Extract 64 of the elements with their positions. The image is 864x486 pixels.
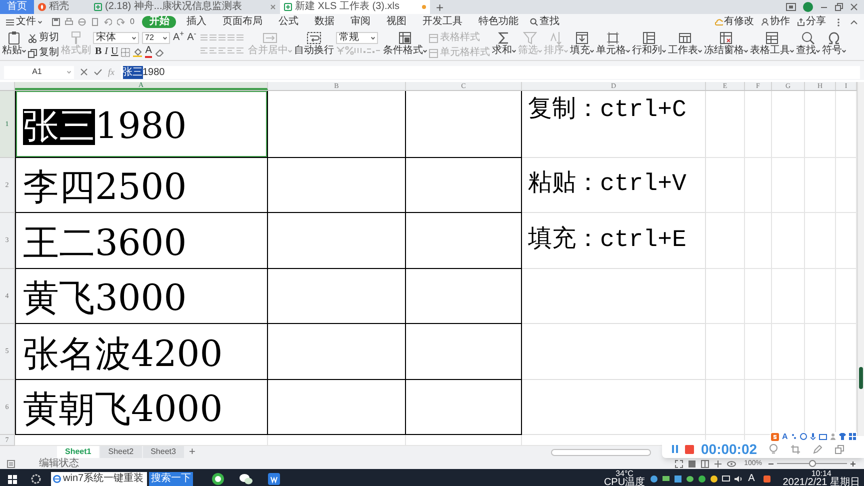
font-color-button[interactable]: A (145, 46, 152, 58)
font-size-field[interactable]: 72 (142, 32, 170, 44)
name-box[interactable]: A1 (4, 66, 74, 78)
recording-timer: 00:00:02 (701, 442, 758, 456)
font-name-field[interactable]: 宋体 (93, 32, 139, 44)
ribbon-button[interactable]: 冻结窗格 (704, 31, 748, 59)
table-cell: 张名波4200 (15, 324, 268, 380)
temperature-label: CPU温度 (604, 478, 646, 486)
table-cell: 黄朝飞4000 (15, 380, 268, 435)
formula-input[interactable]: 张三1980 (120, 66, 860, 78)
ribbon-button[interactable]: 自动换行 (294, 31, 334, 59)
ribbon-button[interactable]: 查找 (796, 31, 820, 59)
sheet-tab[interactable]: Sheet2 (100, 446, 142, 458)
ribbon-button[interactable]: 条件格式 (383, 31, 428, 59)
browser-tab[interactable]: 新建 XLS 工作表 (3).xls (280, 0, 430, 14)
ribbon-button[interactable]: 行和列 (632, 31, 666, 59)
table-cell: 王二3600 (15, 213, 268, 269)
search-button[interactable]: 搜索一下 (149, 472, 193, 486)
ribbon-tab[interactable]: 审阅 (344, 16, 376, 28)
font-size-button[interactable]: A$^{+}$ (173, 33, 184, 43)
ribbon-tab[interactable]: 特色功能 (472, 16, 524, 28)
table-cell: 张三1980 (15, 91, 268, 158)
toolbar-action[interactable]: 协作 (761, 17, 790, 27)
table-cell: 粘贴：ctrl+V (522, 158, 706, 213)
ribbon-button[interactable]: 复制 (28, 47, 59, 59)
ribbon-tab[interactable]: 视图 (380, 16, 412, 28)
table-cell: 李四2500 (15, 158, 268, 213)
browser-tab[interactable]: 首页 (0, 0, 34, 14)
search-field[interactable]: win7系统一键重装 (51, 472, 147, 486)
input-mode-indicator[interactable]: A (748, 474, 755, 484)
ribbon-button[interactable]: 求和 (492, 31, 516, 59)
file-menu[interactable]: 文件 (6, 17, 42, 27)
ribbon-tab[interactable]: 公式 (272, 16, 304, 28)
ribbon-button[interactable]: 单元格 (596, 31, 630, 59)
temperature-reading: 34°C (616, 470, 634, 478)
clock-time: 10:14 (811, 470, 832, 478)
font-size-button[interactable]: A$^{-}$ (187, 33, 196, 43)
toolbar-action[interactable]: 有修改 (715, 17, 754, 27)
table-cell: 黄飞3000 (15, 269, 268, 324)
ribbon-button[interactable]: 填充 (570, 31, 594, 59)
ribbon-button[interactable]: 符号 (822, 31, 846, 59)
toolbar-action[interactable]: 分享 (797, 17, 826, 27)
status-text: 编辑状态 (39, 458, 79, 468)
ribbon-tab[interactable]: 页面布局 (216, 16, 268, 28)
input-mode-indicator[interactable]: A (782, 432, 788, 440)
number-format-field[interactable]: 常规 (336, 32, 378, 44)
table-cell: 填充：ctrl+E (522, 213, 706, 269)
text-style-button[interactable]: I (104, 47, 108, 57)
text-style-button[interactable]: U (111, 47, 118, 57)
quick-access-count: 0 (130, 18, 134, 26)
clock-date: 2021/2/21 星期日 (782, 478, 860, 486)
search-button[interactable]: 查找 (530, 17, 560, 27)
new-tab-button[interactable]: + (430, 0, 450, 14)
ribbon-tab[interactable]: 开发工具 (416, 16, 468, 28)
ribbon-button[interactable]: 剪切 (28, 32, 59, 44)
ribbon-tab[interactable]: 插入 (180, 16, 212, 28)
ribbon-button[interactable]: 粘贴 (2, 31, 26, 59)
ribbon-button[interactable]: 表格工具 (750, 31, 794, 59)
sheet-tab[interactable]: Sheet3 (142, 446, 184, 458)
ribbon-button[interactable]: 工作表 (668, 31, 702, 59)
ribbon-tab[interactable]: 数据 (308, 16, 340, 28)
table-cell: 复制：ctrl+C (522, 91, 706, 158)
text-style-button[interactable]: B (95, 47, 102, 57)
add-sheet-button[interactable]: + (184, 446, 200, 458)
